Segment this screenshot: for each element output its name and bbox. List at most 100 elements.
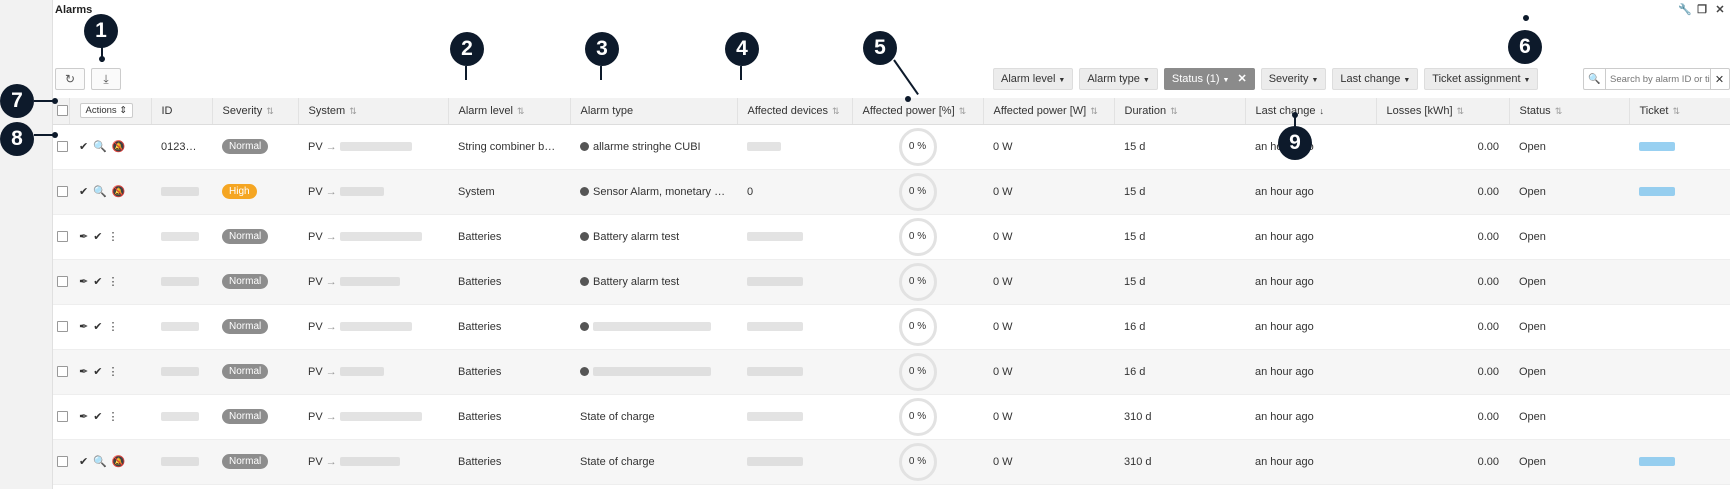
close-icon[interactable]: ✕ — [1714, 4, 1726, 16]
search-input[interactable] — [1606, 69, 1710, 89]
affected-power-w: 0 W — [993, 365, 1013, 378]
maximize-icon[interactable]: ❐ — [1696, 4, 1708, 16]
col-alarm-level[interactable]: Alarm level ⇅ — [448, 98, 571, 125]
search-box: 🔍 ✕ — [1583, 68, 1730, 90]
filter-severity[interactable]: Severity ▼ — [1260, 68, 1327, 90]
row-checkbox[interactable] — [57, 141, 68, 153]
col-last-change[interactable]: Last change ↓ — [1245, 98, 1377, 125]
col-ticket[interactable]: Ticket ⇅ — [1629, 98, 1730, 125]
search-icon[interactable]: 🔍 — [93, 186, 107, 198]
check-icon[interactable]: ✔ — [93, 411, 102, 423]
filter-bar: Alarm level ▼ Alarm type ▼ Status (1) ▼ ✕ Se… — [993, 68, 1539, 90]
filter-last-change[interactable]: Last change ▼ — [1332, 68, 1419, 90]
severity-badge: High — [222, 184, 257, 199]
sort-icon: ⇅ — [516, 105, 525, 116]
table-row[interactable]: ✔ 🔍 🔕 Normal PV → Batteries State of charg… — [53, 439, 1730, 485]
alarm-type: Sensor Alarm, monetary out… — [593, 185, 737, 198]
severity-badge: Normal — [222, 454, 269, 469]
ticket-link[interactable] — [1639, 187, 1675, 197]
losses: 0.00 — [1477, 275, 1499, 288]
row-checkbox[interactable] — [57, 321, 68, 333]
check-icon[interactable]: ✔ — [93, 231, 102, 243]
col-duration[interactable]: Duration ⇅ — [1114, 98, 1246, 125]
ticket-icon[interactable]: ✒ — [79, 321, 88, 333]
col-affected-power-w[interactable]: Affected power [W] ⇅ — [983, 98, 1115, 125]
check-icon[interactable]: ✔ — [93, 366, 102, 378]
alarm-off-icon[interactable]: 🔕 — [112, 186, 126, 198]
check-icon[interactable]: ✔ — [79, 186, 88, 198]
duration: 15 d — [1124, 185, 1146, 198]
col-affected-devices[interactable]: Affected devices ⇅ — [737, 98, 853, 125]
check-icon[interactable]: ✔ — [93, 321, 102, 333]
ticket-link[interactable] — [1639, 457, 1675, 467]
table-row[interactable]: ✒ ✔ ⋮ Normal PV → Batteries 0 % 0 W 16 d a… — [53, 304, 1730, 350]
search-icon[interactable]: 🔍 — [1584, 69, 1606, 89]
redacted-id — [161, 457, 199, 467]
alarm-type-icon — [580, 187, 589, 197]
check-icon[interactable]: ✔ — [79, 141, 88, 153]
caret-down-icon: ▼ — [1222, 77, 1230, 84]
check-icon[interactable]: ✔ — [93, 276, 102, 288]
export-button[interactable]: ⤓ — [91, 68, 121, 90]
ticket-icon[interactable]: ✒ — [79, 366, 88, 378]
redacted-system — [339, 457, 400, 467]
table-row[interactable]: ✒ ✔ ⋮ Normal PV → Batteries Battery alarm … — [53, 259, 1730, 305]
ticket-icon[interactable]: ✒ — [79, 411, 88, 423]
col-affected-power-pct[interactable]: Affected power [%] ⇅ — [852, 98, 984, 125]
more-icon[interactable]: ⋮ — [107, 321, 118, 333]
system-name: PV — [308, 275, 323, 288]
redacted-system — [339, 322, 412, 332]
table-row[interactable]: ✔ 🔍 🔕 High PV → System Sensor Alarm, monet… — [53, 169, 1730, 215]
check-icon[interactable]: ✔ — [79, 456, 88, 468]
redacted-system — [339, 367, 384, 377]
losses: 0.00 — [1477, 320, 1499, 333]
alarm-off-icon[interactable]: 🔕 — [112, 456, 126, 468]
row-checkbox[interactable] — [57, 456, 68, 468]
refresh-button[interactable]: ↻ — [55, 68, 85, 90]
more-icon[interactable]: ⋮ — [107, 366, 118, 378]
wrench-icon[interactable]: 🔧 — [1678, 4, 1692, 16]
ticket-link[interactable] — [1639, 142, 1675, 152]
more-icon[interactable]: ⋮ — [107, 276, 118, 288]
col-status[interactable]: Status ⇅ — [1509, 98, 1630, 125]
row-checkbox[interactable] — [57, 411, 68, 423]
actions-dropdown[interactable]: Actions ⇕ — [79, 103, 134, 119]
row-checkbox[interactable] — [57, 186, 68, 198]
table-row[interactable]: ✒ ✔ ⋮ Normal PV → Batteries State of charg… — [53, 394, 1730, 440]
filter-alarm-type[interactable]: Alarm type ▼ — [1079, 68, 1158, 90]
ticket-icon[interactable]: ✒ — [79, 231, 88, 243]
losses: 0.00 — [1477, 455, 1499, 468]
sort-icon: ⇅ — [1170, 105, 1178, 116]
col-system[interactable]: System ⇅ — [298, 98, 449, 125]
last-change: an hour ago — [1255, 230, 1314, 243]
search-icon[interactable]: 🔍 — [93, 456, 107, 468]
filter-status[interactable]: Status (1) ▼ ✕ — [1163, 68, 1255, 90]
col-id[interactable]: ID — [151, 98, 213, 125]
col-severity[interactable]: Severity ⇅ — [212, 98, 299, 125]
more-icon[interactable]: ⋮ — [107, 231, 118, 243]
row-checkbox[interactable] — [57, 366, 68, 378]
clear-search-icon[interactable]: ✕ — [1710, 69, 1728, 89]
last-change: an hour ago — [1255, 455, 1314, 468]
row-checkbox[interactable] — [57, 231, 68, 243]
ticket-icon[interactable]: ✒ — [79, 276, 88, 288]
more-icon[interactable]: ⋮ — [107, 411, 118, 423]
table-row[interactable]: ✒ ✔ ⋮ Normal PV → Batteries 0 % 0 W 16 d a… — [53, 349, 1730, 395]
clear-filter-icon[interactable]: ✕ — [1237, 73, 1246, 85]
alarm-type: Battery alarm test — [593, 275, 680, 288]
redacted-system — [339, 232, 422, 242]
alarm-level: System — [458, 185, 495, 198]
alarm-off-icon[interactable]: 🔕 — [112, 141, 126, 153]
select-all-checkbox[interactable] — [57, 105, 68, 117]
filter-alarm-level[interactable]: Alarm level ▼ — [993, 68, 1074, 90]
filter-ticket-assignment[interactable]: Ticket assignment ▼ — [1424, 68, 1539, 90]
alarm-type-icon — [580, 277, 589, 287]
table-row[interactable]: ✔ 🔍 🔕 01234567 Normal PV → String combiner… — [53, 124, 1730, 170]
search-icon[interactable]: 🔍 — [93, 141, 107, 153]
row-checkbox[interactable] — [57, 276, 68, 288]
table-row[interactable]: ✒ ✔ ⋮ Normal PV → Batteries Battery alarm … — [53, 214, 1730, 260]
system-name: PV — [308, 320, 323, 333]
col-alarm-type[interactable]: Alarm type — [570, 98, 738, 125]
col-losses[interactable]: Losses [kWh] ⇅ — [1376, 98, 1510, 125]
refresh-icon: ↻ — [64, 72, 76, 86]
